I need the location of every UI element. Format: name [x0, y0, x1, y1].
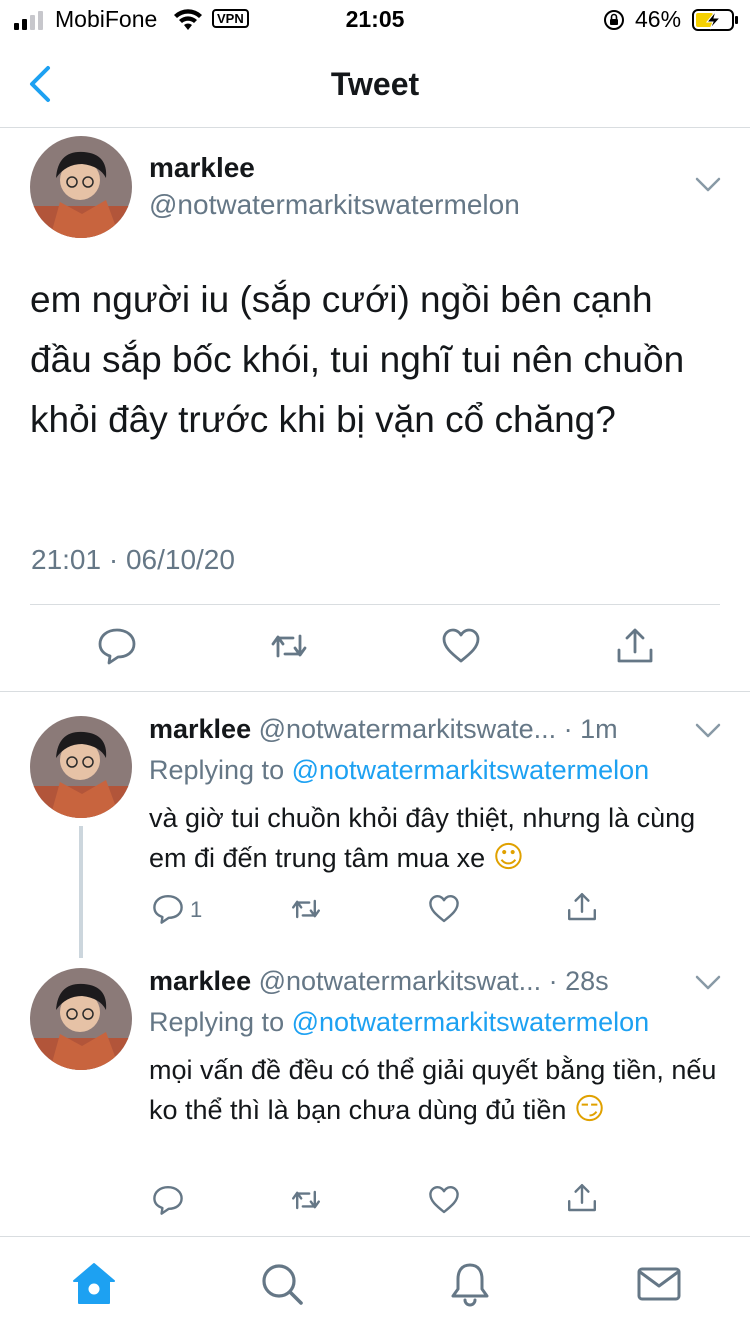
reply-time: · 1m — [563, 714, 618, 744]
chevron-down-icon[interactable] — [694, 722, 722, 740]
retweet-icon[interactable] — [290, 893, 322, 925]
battery-charging-icon — [692, 9, 738, 31]
nav-bar: Tweet — [0, 40, 750, 128]
reply-text: và giờ tui chuồn khỏi đây thiệt, nhưng l… — [149, 803, 696, 873]
smirking-emoji: 😏 — [573, 1092, 606, 1127]
tab-bar — [0, 1236, 750, 1334]
chevron-down-icon[interactable] — [694, 176, 722, 194]
mention-link[interactable]: @notwatermarkitswatermelon — [292, 1007, 650, 1037]
like-icon[interactable] — [441, 626, 481, 666]
divider — [0, 691, 750, 692]
share-icon[interactable] — [566, 1182, 598, 1214]
notifications-icon[interactable] — [447, 1261, 493, 1307]
share-icon[interactable] — [566, 891, 598, 923]
avatar[interactable] — [30, 716, 132, 818]
author-handle[interactable]: @notwatermarkitswatermelon — [149, 189, 520, 221]
like-icon[interactable] — [428, 893, 460, 925]
reply-icon[interactable] — [152, 1184, 184, 1216]
author-name[interactable]: marklee — [149, 152, 255, 184]
reply-header: marklee @notwatermarkitswate... · 1m — [149, 714, 689, 745]
retweet-icon[interactable] — [269, 626, 309, 666]
replying-to: Replying to @notwatermarkitswatermelon — [149, 1007, 649, 1038]
like-icon[interactable] — [428, 1184, 460, 1216]
replying-label: Replying to — [149, 1007, 285, 1037]
tweet-timestamp: 21:01 · 06/10/20 — [31, 544, 235, 575]
orientation-lock-icon — [604, 10, 624, 30]
author-name[interactable]: marklee — [149, 714, 251, 744]
thread-line — [79, 826, 83, 958]
page-title: Tweet — [330, 66, 420, 102]
reply-text-block: mọi vấn đề đều có thể giải quyết bằng ti… — [149, 1050, 719, 1130]
tweet-text: em người iu (sắp cưới) ngồi bên cạnh đầu… — [30, 279, 685, 440]
search-icon[interactable] — [259, 1261, 305, 1307]
reply-header: marklee @notwatermarkitswat... · 28s — [149, 966, 689, 997]
reply-text: mọi vấn đề đều có thể giải quyết bằng ti… — [149, 1055, 717, 1125]
reply-icon[interactable] — [97, 626, 137, 666]
status-bar: MobiFone VPN 21:05 46% — [0, 0, 750, 40]
messages-icon[interactable] — [636, 1261, 682, 1307]
reply-count: 1 — [190, 897, 203, 922]
author-name[interactable]: marklee — [149, 966, 251, 996]
retweet-icon[interactable] — [290, 1184, 322, 1216]
replying-label: Replying to — [149, 755, 285, 785]
reply-text-block: và giờ tui chuồn khỏi đây thiệt, nhưng l… — [149, 798, 719, 878]
divider — [30, 604, 720, 605]
mention-link[interactable]: @notwatermarkitswatermelon — [292, 755, 650, 785]
battery-percent: 46% — [635, 6, 682, 32]
avatar[interactable] — [30, 968, 132, 1070]
author-handle[interactable]: @notwatermarkitswat... — [259, 966, 542, 996]
avatar[interactable] — [30, 136, 132, 238]
author-handle[interactable]: @notwatermarkitswate... — [259, 714, 557, 744]
replying-to: Replying to @notwatermarkitswatermelon — [149, 755, 649, 786]
home-icon[interactable] — [71, 1261, 117, 1307]
reply-time: · 28s — [548, 966, 609, 996]
share-icon[interactable] — [615, 626, 655, 666]
reply-icon[interactable] — [152, 893, 184, 925]
chevron-down-icon[interactable] — [694, 974, 722, 992]
smiling-emoji: ☺ — [492, 840, 524, 875]
